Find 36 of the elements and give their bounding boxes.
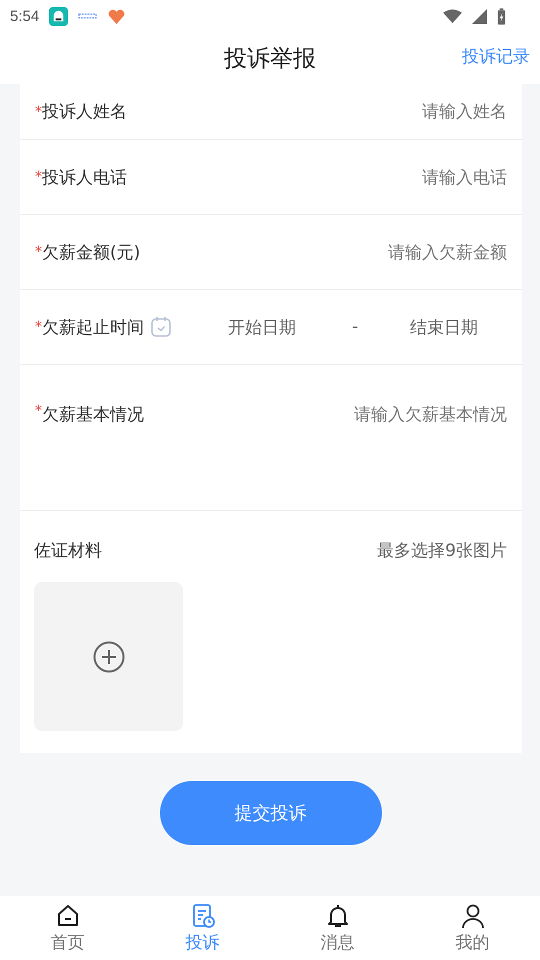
text-area[interactable]: 请输入欠薪基本情况 xyxy=(354,403,507,426)
field-label: 欠薪基本情况 xyxy=(42,404,144,426)
required-mark: * xyxy=(35,244,42,260)
field-label: 欠薪金额(元) xyxy=(42,242,140,264)
end-date-field[interactable]: 结束日期 xyxy=(410,316,478,338)
required-mark: * xyxy=(35,104,42,120)
page-title: 投诉举报 xyxy=(224,44,316,74)
calendar-icon xyxy=(150,316,172,338)
start-date-field[interactable]: 开始日期 xyxy=(228,316,296,338)
input-field[interactable]: 请输入姓名 xyxy=(422,100,507,123)
plus-icon xyxy=(92,640,124,672)
required-mark: * xyxy=(35,169,42,185)
field-label: 投诉人姓名 xyxy=(42,101,127,123)
app-notification-icon xyxy=(49,6,68,26)
field-label: 欠薪起止时间 xyxy=(42,316,144,338)
status-time: 5:54 xyxy=(10,8,40,24)
field-label: 投诉人电话 xyxy=(42,166,127,188)
date-separator: - xyxy=(352,317,358,337)
nav-tab[interactable]: 消息 xyxy=(270,896,405,960)
battery-icon xyxy=(497,8,506,24)
add-image-button[interactable] xyxy=(34,582,183,731)
signal-icon xyxy=(472,8,487,24)
nav-tab[interactable]: 投诉 xyxy=(135,896,270,960)
input-field[interactable]: 请输入电话 xyxy=(422,166,507,188)
nav-tab[interactable]: 我的 xyxy=(405,896,540,960)
nav-tab[interactable]: 首页 xyxy=(0,896,135,960)
person-icon xyxy=(460,902,486,928)
required-mark: * xyxy=(35,403,42,419)
app-notification-icon xyxy=(78,12,98,20)
wifi-icon xyxy=(443,8,462,24)
records-link[interactable]: 投诉记录 xyxy=(462,45,530,68)
submit-button[interactable]: 提交投诉 xyxy=(160,781,382,845)
upload-label: 佐证材料 xyxy=(34,540,102,562)
upload-hint: 最多选择9张图片 xyxy=(377,540,507,562)
input-field[interactable]: 请输入欠薪金额 xyxy=(388,240,507,264)
required-mark: * xyxy=(35,319,42,335)
